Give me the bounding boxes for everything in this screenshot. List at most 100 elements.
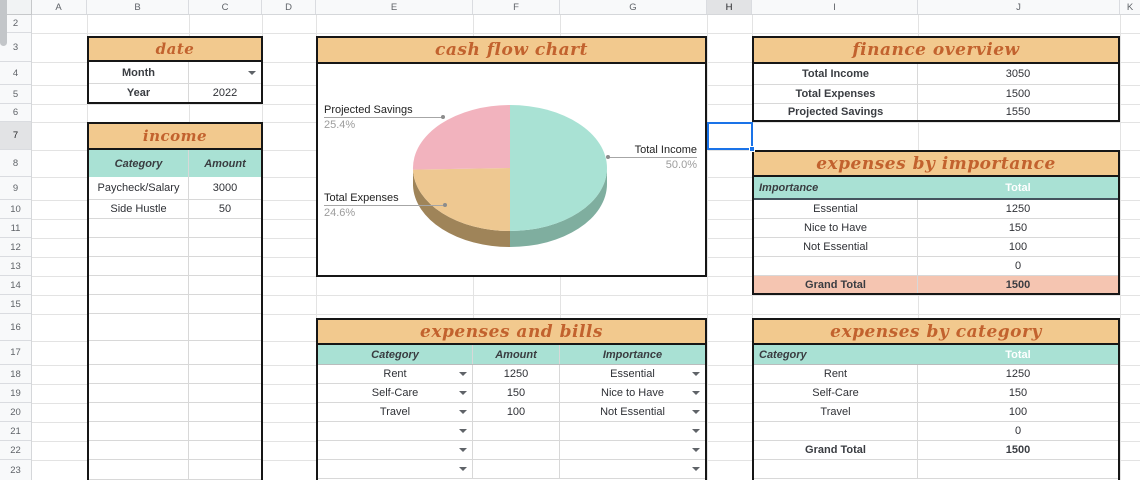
year-label[interactable]: Year — [89, 84, 189, 102]
row-header-9[interactable]: 9 — [0, 177, 31, 200]
importance-grand-total-value[interactable]: 1500 — [918, 276, 1118, 293]
category-label[interactable] — [754, 460, 918, 479]
row-header-6[interactable]: 6 — [0, 104, 31, 122]
income-cell-category[interactable] — [89, 257, 189, 276]
income-cell-amount[interactable] — [189, 403, 261, 422]
income-cell-amount[interactable] — [189, 257, 261, 276]
finance-value[interactable]: 3050 — [918, 64, 1118, 85]
income-cell-category[interactable] — [89, 295, 189, 314]
income-cell-category[interactable] — [89, 238, 189, 257]
dropdown-arrow-icon[interactable] — [692, 429, 700, 433]
importance-value[interactable]: 100 — [918, 238, 1118, 257]
income-cell-category[interactable] — [89, 460, 189, 480]
row-header-12[interactable]: 12 — [0, 238, 31, 257]
row-header-19[interactable]: 19 — [0, 384, 31, 403]
row-header-10[interactable]: 10 — [0, 200, 31, 219]
dropdown-arrow-icon[interactable] — [692, 410, 700, 414]
dropdown-arrow-icon[interactable] — [248, 70, 256, 75]
income-cell-category[interactable] — [89, 276, 189, 295]
category-header[interactable]: Category — [754, 345, 918, 364]
income-cell-amount[interactable] — [189, 219, 261, 238]
pie-slice-total-expenses[interactable] — [413, 168, 510, 231]
income-cell-category[interactable] — [89, 314, 189, 341]
dropdown-arrow-icon[interactable] — [692, 448, 700, 452]
column-header-H[interactable]: H — [707, 0, 752, 14]
importance-label[interactable]: Nice to Have — [754, 219, 918, 238]
bills-header-importance[interactable]: Importance — [560, 345, 705, 364]
category-value[interactable] — [918, 460, 1118, 479]
dropdown-arrow-icon[interactable] — [692, 467, 700, 471]
finance-label[interactable]: Projected Savings — [754, 104, 918, 120]
category-grand-total-value[interactable]: 1500 — [918, 441, 1118, 460]
category-value[interactable]: 1250 — [918, 365, 1118, 384]
selected-cell-H7[interactable] — [707, 122, 755, 152]
row-header-23[interactable]: 23 — [0, 460, 31, 480]
bills-cell-amount[interactable] — [473, 422, 560, 441]
finance-value[interactable]: 1550 — [918, 104, 1118, 120]
income-cell-amount[interactable] — [189, 422, 261, 441]
row-header-22[interactable]: 22 — [0, 441, 31, 460]
bills-header-category[interactable]: Category — [318, 345, 473, 364]
category-grand-total-label[interactable]: Grand Total — [754, 441, 918, 460]
column-header-D[interactable]: D — [262, 0, 316, 14]
bills-cell-amount[interactable]: 100 — [473, 403, 560, 422]
row-header-18[interactable]: 18 — [0, 365, 31, 384]
income-cell-category[interactable]: Side Hustle — [89, 200, 189, 219]
dropdown-arrow-icon[interactable] — [459, 448, 467, 452]
income-cell-amount[interactable] — [189, 341, 261, 365]
income-cell-category[interactable] — [89, 422, 189, 441]
income-header-category[interactable]: Category — [89, 150, 189, 177]
income-cell-amount[interactable] — [189, 238, 261, 257]
income-cell-amount[interactable]: 50 — [189, 200, 261, 219]
bills-cell-category[interactable] — [318, 460, 473, 479]
importance-value[interactable]: 150 — [918, 219, 1118, 238]
bills-cell-category[interactable] — [318, 422, 473, 441]
bills-header-amount[interactable]: Amount — [473, 345, 560, 364]
bills-cell-importance[interactable]: Essential — [560, 365, 705, 384]
fill-handle[interactable] — [749, 146, 755, 152]
dropdown-arrow-icon[interactable] — [459, 429, 467, 433]
month-value-cell[interactable] — [189, 62, 261, 84]
bills-cell-category[interactable]: Self-Care — [318, 384, 473, 403]
column-header-F[interactable]: F — [473, 0, 560, 14]
income-cell-amount[interactable] — [189, 276, 261, 295]
importance-grand-total-label[interactable]: Grand Total — [754, 276, 918, 293]
bills-cell-category[interactable] — [318, 441, 473, 460]
income-cell-category[interactable] — [89, 441, 189, 460]
income-cell-category[interactable] — [89, 365, 189, 384]
income-header-amount[interactable]: Amount — [189, 150, 261, 177]
column-header-J[interactable]: J — [918, 0, 1120, 14]
category-label[interactable] — [754, 422, 918, 441]
income-cell-amount[interactable] — [189, 295, 261, 314]
category-value[interactable]: 0 — [918, 422, 1118, 441]
row-header-15[interactable]: 15 — [0, 295, 31, 314]
column-header-E[interactable]: E — [316, 0, 473, 14]
row-header-13[interactable]: 13 — [0, 257, 31, 276]
column-header-I[interactable]: I — [752, 0, 918, 14]
importance-header[interactable]: Importance — [754, 177, 918, 198]
category-label[interactable]: Self-Care — [754, 384, 918, 403]
finance-label[interactable]: Total Expenses — [754, 85, 918, 104]
dropdown-arrow-icon[interactable] — [692, 391, 700, 395]
importance-label[interactable]: Not Essential — [754, 238, 918, 257]
importance-value[interactable]: 1250 — [918, 200, 1118, 219]
month-label[interactable]: Month — [89, 62, 189, 84]
bills-cell-importance[interactable] — [560, 441, 705, 460]
row-header-21[interactable]: 21 — [0, 422, 31, 441]
pie-slice-projected-savings[interactable] — [412, 105, 510, 170]
row-header-11[interactable]: 11 — [0, 219, 31, 238]
income-cell-category[interactable] — [89, 341, 189, 365]
bills-cell-importance[interactable] — [560, 422, 705, 441]
bills-cell-importance[interactable] — [560, 460, 705, 479]
bills-cell-amount[interactable]: 1250 — [473, 365, 560, 384]
row-header-17[interactable]: 17 — [0, 341, 31, 365]
income-cell-category[interactable] — [89, 219, 189, 238]
finance-label[interactable]: Total Income — [754, 64, 918, 85]
column-header-G[interactable]: G — [560, 0, 707, 14]
category-value[interactable]: 150 — [918, 384, 1118, 403]
bills-cell-amount[interactable] — [473, 441, 560, 460]
row-header-5[interactable]: 5 — [0, 85, 31, 104]
income-cell-amount[interactable] — [189, 314, 261, 341]
category-label[interactable]: Rent — [754, 365, 918, 384]
category-value[interactable]: 100 — [918, 403, 1118, 422]
